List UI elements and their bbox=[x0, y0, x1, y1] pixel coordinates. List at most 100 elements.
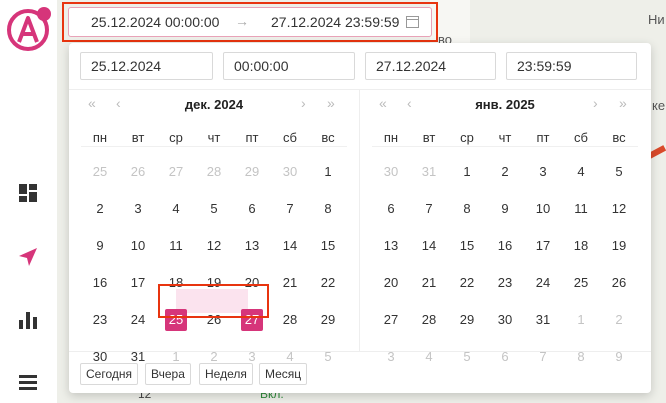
day-cell-selected[interactable]: 27 bbox=[241, 309, 263, 331]
calendar-icon[interactable] bbox=[406, 15, 419, 28]
day-cell[interactable]: 14 bbox=[410, 235, 448, 257]
day-cell[interactable]: 1 bbox=[309, 161, 347, 183]
dashboard-icon[interactable] bbox=[16, 181, 40, 205]
day-cell[interactable]: 9 bbox=[600, 346, 638, 368]
preset-month-button[interactable]: Месяц bbox=[259, 363, 308, 385]
day-cell[interactable]: 28 bbox=[410, 309, 448, 331]
day-cell[interactable]: 16 bbox=[486, 235, 524, 257]
preset-week-button[interactable]: Неделя bbox=[199, 363, 253, 385]
day-cell[interactable]: 1 bbox=[562, 309, 600, 331]
day-cell[interactable]: 16 bbox=[81, 272, 119, 294]
day-cell[interactable]: 14 bbox=[271, 235, 309, 257]
day-cell[interactable]: 5 bbox=[448, 346, 486, 368]
day-cell[interactable]: 4 bbox=[410, 346, 448, 368]
next-year-icon[interactable]: » bbox=[327, 95, 335, 111]
next-month-icon[interactable]: › bbox=[301, 95, 306, 111]
day-cell-selected[interactable]: 25 bbox=[165, 309, 187, 331]
day-cell[interactable]: 2 bbox=[81, 198, 119, 220]
range-start[interactable]: 25.12.2024 00:00:00 bbox=[91, 14, 219, 30]
day-cell[interactable]: 11 bbox=[157, 235, 195, 257]
day-cell[interactable]: 3 bbox=[119, 198, 157, 220]
date-range-input[interactable]: 25.12.2024 00:00:00 → 27.12.2024 23:59:5… bbox=[68, 7, 432, 37]
day-cell[interactable]: 11 bbox=[562, 198, 600, 220]
day-cell[interactable]: 29 bbox=[448, 309, 486, 331]
start-time-field[interactable]: 00:00:00 bbox=[223, 52, 355, 80]
day-cell[interactable]: 19 bbox=[195, 272, 233, 294]
day-cell[interactable]: 22 bbox=[448, 272, 486, 294]
day-cell[interactable]: 2 bbox=[486, 161, 524, 183]
day-cell[interactable]: 23 bbox=[486, 272, 524, 294]
prev-year-icon[interactable]: « bbox=[379, 95, 387, 111]
day-cell[interactable]: 17 bbox=[119, 272, 157, 294]
day-cell[interactable]: 19 bbox=[600, 235, 638, 257]
day-cell[interactable]: 3 bbox=[372, 346, 410, 368]
next-month-icon[interactable]: › bbox=[593, 95, 598, 111]
day-cell[interactable]: 28 bbox=[195, 161, 233, 183]
day-cell[interactable]: 18 bbox=[562, 235, 600, 257]
day-cell[interactable]: 8 bbox=[562, 346, 600, 368]
day-cell[interactable]: 8 bbox=[448, 198, 486, 220]
day-cell[interactable]: 2 bbox=[600, 309, 638, 331]
day-cell[interactable]: 7 bbox=[271, 198, 309, 220]
prev-month-icon[interactable]: ‹ bbox=[407, 95, 412, 111]
day-cell[interactable]: 31 bbox=[410, 161, 448, 183]
day-cell[interactable]: 6 bbox=[486, 346, 524, 368]
next-year-icon[interactable]: » bbox=[619, 95, 627, 111]
day-cell[interactable]: 3 bbox=[524, 161, 562, 183]
day-cell[interactable]: 9 bbox=[486, 198, 524, 220]
day-cell[interactable]: 27 bbox=[157, 161, 195, 183]
day-cell[interactable]: 29 bbox=[309, 309, 347, 331]
day-cell[interactable]: 24 bbox=[119, 309, 157, 331]
logo-icon[interactable] bbox=[4, 4, 52, 52]
day-cell[interactable]: 17 bbox=[524, 235, 562, 257]
day-cell[interactable]: 22 bbox=[309, 272, 347, 294]
end-time-field[interactable]: 23:59:59 bbox=[506, 52, 637, 80]
day-cell-in-range[interactable]: 26 bbox=[195, 309, 233, 331]
day-cell[interactable]: 15 bbox=[309, 235, 347, 257]
day-cell[interactable]: 7 bbox=[524, 346, 562, 368]
day-cell[interactable]: 23 bbox=[81, 309, 119, 331]
day-cell[interactable]: 13 bbox=[233, 235, 271, 257]
start-date-field[interactable]: 25.12.2024 bbox=[80, 52, 213, 80]
day-cell[interactable]: 24 bbox=[524, 272, 562, 294]
day-cell[interactable]: 21 bbox=[410, 272, 448, 294]
day-cell[interactable]: 4 bbox=[562, 161, 600, 183]
prev-month-icon[interactable]: ‹ bbox=[116, 95, 121, 111]
day-cell[interactable]: 15 bbox=[448, 235, 486, 257]
day-cell[interactable]: 29 bbox=[233, 161, 271, 183]
day-cell[interactable]: 8 bbox=[309, 198, 347, 220]
day-cell[interactable]: 5 bbox=[309, 346, 347, 368]
day-cell[interactable]: 25 bbox=[81, 161, 119, 183]
day-cell[interactable]: 26 bbox=[600, 272, 638, 294]
day-cell[interactable]: 18 bbox=[157, 272, 195, 294]
day-cell[interactable]: 9 bbox=[81, 235, 119, 257]
day-cell[interactable]: 1 bbox=[448, 161, 486, 183]
day-cell[interactable]: 21 bbox=[271, 272, 309, 294]
day-cell[interactable]: 10 bbox=[119, 235, 157, 257]
bar-chart-icon[interactable] bbox=[16, 308, 40, 332]
day-cell[interactable]: 30 bbox=[372, 161, 410, 183]
day-cell[interactable]: 13 bbox=[372, 235, 410, 257]
day-cell[interactable]: 20 bbox=[372, 272, 410, 294]
prev-year-icon[interactable]: « bbox=[88, 95, 96, 111]
day-cell[interactable]: 7 bbox=[410, 198, 448, 220]
day-cell[interactable]: 12 bbox=[195, 235, 233, 257]
day-cell[interactable]: 20 bbox=[233, 272, 271, 294]
day-cell[interactable]: 5 bbox=[600, 161, 638, 183]
day-cell[interactable]: 28 bbox=[271, 309, 309, 331]
day-cell[interactable]: 25 bbox=[562, 272, 600, 294]
day-cell[interactable]: 5 bbox=[195, 198, 233, 220]
month-title-right[interactable]: янв. 2025 bbox=[455, 97, 555, 112]
day-cell[interactable]: 30 bbox=[486, 309, 524, 331]
day-cell[interactable]: 12 bbox=[600, 198, 638, 220]
day-cell[interactable]: 10 bbox=[524, 198, 562, 220]
day-cell[interactable]: 6 bbox=[372, 198, 410, 220]
month-title-left[interactable]: дек. 2024 bbox=[164, 97, 264, 112]
day-cell[interactable]: 31 bbox=[524, 309, 562, 331]
preset-yesterday-button[interactable]: Вчера bbox=[145, 363, 191, 385]
navigation-icon[interactable] bbox=[16, 245, 40, 269]
day-cell[interactable]: 26 bbox=[119, 161, 157, 183]
day-cell[interactable]: 4 bbox=[157, 198, 195, 220]
menu-icon[interactable] bbox=[16, 370, 40, 394]
day-cell[interactable]: 27 bbox=[372, 309, 410, 331]
